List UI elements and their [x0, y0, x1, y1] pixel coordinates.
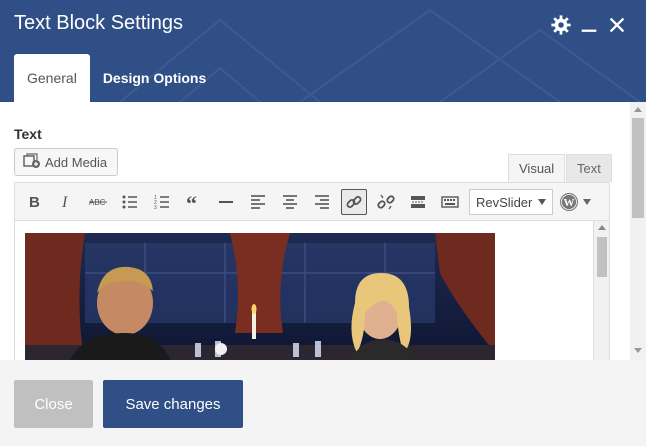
dialog-scroll-thumb[interactable] [632, 118, 644, 218]
scroll-up-icon[interactable] [598, 225, 606, 230]
add-media-label: Add Media [45, 154, 108, 170]
strikethrough-icon: ABC [89, 198, 107, 207]
tab-design-options[interactable]: Design Options [90, 54, 219, 102]
svg-text:I: I [61, 194, 68, 211]
dialog-tabs: General Design Options [14, 54, 219, 102]
close-icon[interactable] [606, 14, 628, 36]
dialog-footer: Close Save changes [0, 360, 646, 446]
align-left-button[interactable] [245, 189, 271, 215]
align-center-icon [283, 195, 297, 209]
add-media-button[interactable]: Add Media [14, 148, 118, 176]
tab-text-mode[interactable]: Text [566, 154, 612, 182]
blockquote-button[interactable]: “ [181, 189, 207, 215]
editor-content-area[interactable] [15, 221, 609, 360]
align-right-icon [315, 195, 329, 209]
horizontal-line-icon [219, 201, 233, 203]
numbered-list-icon: 123 [154, 195, 169, 211]
horizontal-line-button[interactable] [213, 189, 239, 215]
read-more-icon [411, 196, 425, 208]
svg-text:W: W [564, 197, 575, 209]
align-left-icon [251, 195, 265, 209]
bold-icon: B [29, 194, 40, 211]
bold-button[interactable]: B [21, 189, 47, 215]
blockquote-icon: “ [186, 193, 197, 211]
wordpress-icon: W [560, 193, 578, 211]
bullet-list-button[interactable] [117, 189, 143, 215]
revslider-select[interactable]: RevSlider [469, 189, 553, 215]
svg-text:B: B [29, 194, 40, 211]
italic-button[interactable]: I [53, 189, 79, 215]
align-right-button[interactable] [309, 189, 335, 215]
strikethrough-button[interactable]: ABC [85, 189, 111, 215]
insert-link-button[interactable] [341, 189, 367, 215]
svg-text:“: “ [186, 193, 197, 211]
scroll-down-icon[interactable] [634, 348, 642, 353]
link-icon [346, 196, 362, 208]
revslider-select-value: RevSlider [476, 194, 533, 210]
numbered-list-button[interactable]: 123 [149, 189, 175, 215]
chevron-down-icon [583, 199, 591, 205]
minimize-icon[interactable] [578, 14, 600, 36]
dialog-content: Text Add Media Visual Text B I ABC 1 2 3… [0, 102, 646, 360]
read-more-button[interactable] [405, 189, 431, 215]
gear-icon[interactable] [550, 14, 572, 36]
italic-icon: I [61, 194, 68, 211]
add-media-icon [23, 153, 40, 168]
align-center-button[interactable] [277, 189, 303, 215]
editor-scrollbar[interactable] [593, 221, 609, 360]
text-field-label: Text [14, 126, 42, 142]
dialog-scrollbar[interactable] [630, 102, 646, 360]
save-changes-button[interactable]: Save changes [103, 380, 243, 428]
chevron-down-icon [538, 199, 546, 205]
tab-general[interactable]: General [14, 54, 90, 102]
keyboard-icon [441, 196, 459, 208]
editor-toolbar: B I ABC 123 “ RevSlider W [15, 183, 609, 221]
dialog-header: Text Block Settings General Design Optio… [0, 0, 646, 102]
editor-scroll-thumb[interactable] [597, 237, 607, 277]
text-editor: B I ABC 123 “ RevSlider W [14, 182, 610, 360]
svg-text:3: 3 [154, 205, 157, 211]
dialog-title: Text Block Settings [14, 12, 183, 34]
toolbar-toggle-button[interactable] [437, 189, 463, 215]
bullet-list-icon [122, 195, 137, 209]
close-button[interactable]: Close [14, 380, 93, 428]
remove-link-button[interactable] [373, 189, 399, 215]
wordpress-menu-button[interactable]: W [559, 189, 599, 215]
dinner-photo [25, 233, 495, 360]
tab-visual-mode[interactable]: Visual [508, 154, 566, 182]
unlink-icon [377, 194, 395, 210]
scroll-up-icon[interactable] [634, 107, 642, 112]
